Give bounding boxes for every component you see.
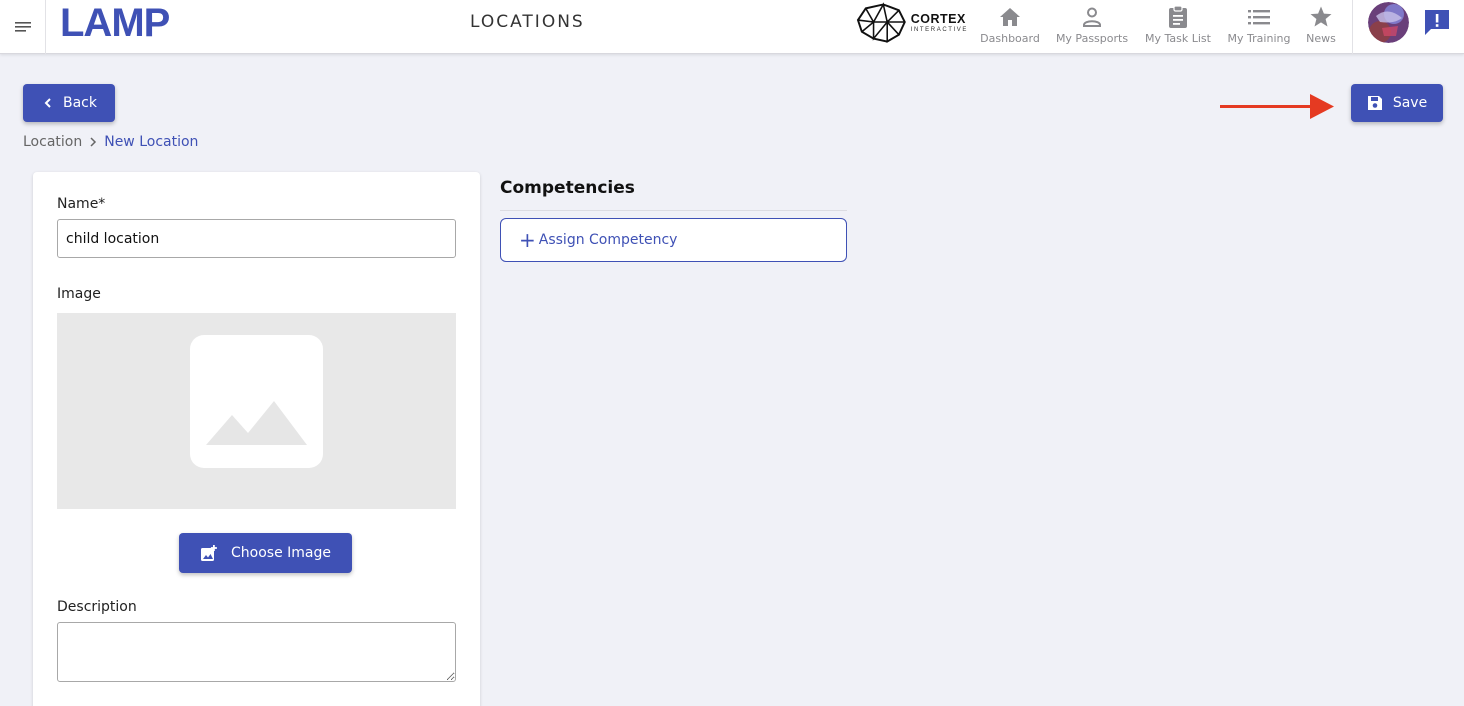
clipboard-icon bbox=[1169, 5, 1187, 28]
home-icon bbox=[1000, 8, 1020, 26]
svg-text:LAMP: LAMP bbox=[60, 3, 170, 43]
nav-label: My Training bbox=[1227, 32, 1291, 45]
nav-my-training[interactable]: My Training bbox=[1226, 3, 1292, 51]
choose-image-label: Choose Image bbox=[231, 545, 331, 561]
page-title: LOCATIONS bbox=[470, 12, 585, 32]
menu-button[interactable] bbox=[0, 0, 46, 54]
add-photo-icon bbox=[201, 545, 217, 561]
location-form-card: Name* Image Choose Image Description bbox=[33, 172, 480, 706]
assign-competency-button[interactable]: + Assign Competency bbox=[500, 218, 847, 262]
choose-image-button[interactable]: Choose Image bbox=[179, 533, 352, 573]
header-divider bbox=[1352, 0, 1353, 54]
cortex-brain-icon bbox=[856, 2, 906, 43]
user-avatar[interactable] bbox=[1368, 2, 1409, 43]
nav-label: Dashboard bbox=[980, 32, 1040, 45]
chevron-right-icon bbox=[90, 137, 97, 147]
avatar-image bbox=[1368, 2, 1409, 43]
breadcrumb-location-link[interactable]: Location bbox=[23, 134, 82, 150]
nav-my-task-list[interactable]: My Task List bbox=[1144, 3, 1212, 51]
nav-label: News bbox=[1306, 32, 1336, 45]
name-input[interactable] bbox=[57, 219, 456, 258]
nav-dashboard[interactable]: Dashboard bbox=[980, 3, 1040, 51]
back-button[interactable]: Back bbox=[23, 84, 115, 122]
cortex-interactive-logo: CORTEX INTERACTIVE bbox=[856, 2, 968, 44]
chevron-left-icon bbox=[44, 98, 51, 108]
cortex-name: CORTEX bbox=[910, 12, 966, 27]
image-preview bbox=[57, 313, 456, 509]
hamburger-menu-icon bbox=[14, 22, 31, 32]
floppy-disk-icon bbox=[1367, 96, 1382, 110]
assign-competency-label: Assign Competency bbox=[538, 232, 678, 248]
name-label: Name* bbox=[57, 196, 106, 212]
description-textarea[interactable] bbox=[57, 622, 456, 682]
feedback-alert-icon[interactable] bbox=[1423, 8, 1451, 36]
plus-icon: + bbox=[519, 228, 536, 252]
back-button-label: Back bbox=[63, 95, 97, 111]
lamp-logo[interactable]: LAMP bbox=[60, 3, 210, 43]
competencies-heading: Competencies bbox=[500, 178, 635, 198]
nav-news[interactable]: News bbox=[1302, 3, 1340, 51]
nav-label: My Task List bbox=[1145, 32, 1211, 45]
description-label: Description bbox=[57, 599, 137, 615]
competencies-divider bbox=[500, 210, 847, 211]
list-icon bbox=[1248, 10, 1270, 25]
save-button[interactable]: Save bbox=[1351, 84, 1443, 122]
annotation-arrow bbox=[1220, 94, 1334, 119]
save-button-label: Save bbox=[1392, 95, 1428, 111]
star-icon bbox=[1310, 6, 1332, 27]
nav-my-passports[interactable]: My Passports bbox=[1055, 3, 1129, 51]
breadcrumb-current: New Location bbox=[104, 134, 199, 150]
nav-label: My Passports bbox=[1055, 32, 1129, 45]
person-icon bbox=[1083, 7, 1101, 27]
image-placeholder-icon bbox=[190, 335, 323, 468]
cortex-subtitle: INTERACTIVE bbox=[910, 26, 968, 33]
breadcrumb: Location New Location bbox=[23, 134, 198, 150]
top-app-bar: LAMP LOCATIONS CORTEX INTERACTIVE Dashbo… bbox=[0, 0, 1464, 54]
image-label: Image bbox=[57, 286, 101, 302]
